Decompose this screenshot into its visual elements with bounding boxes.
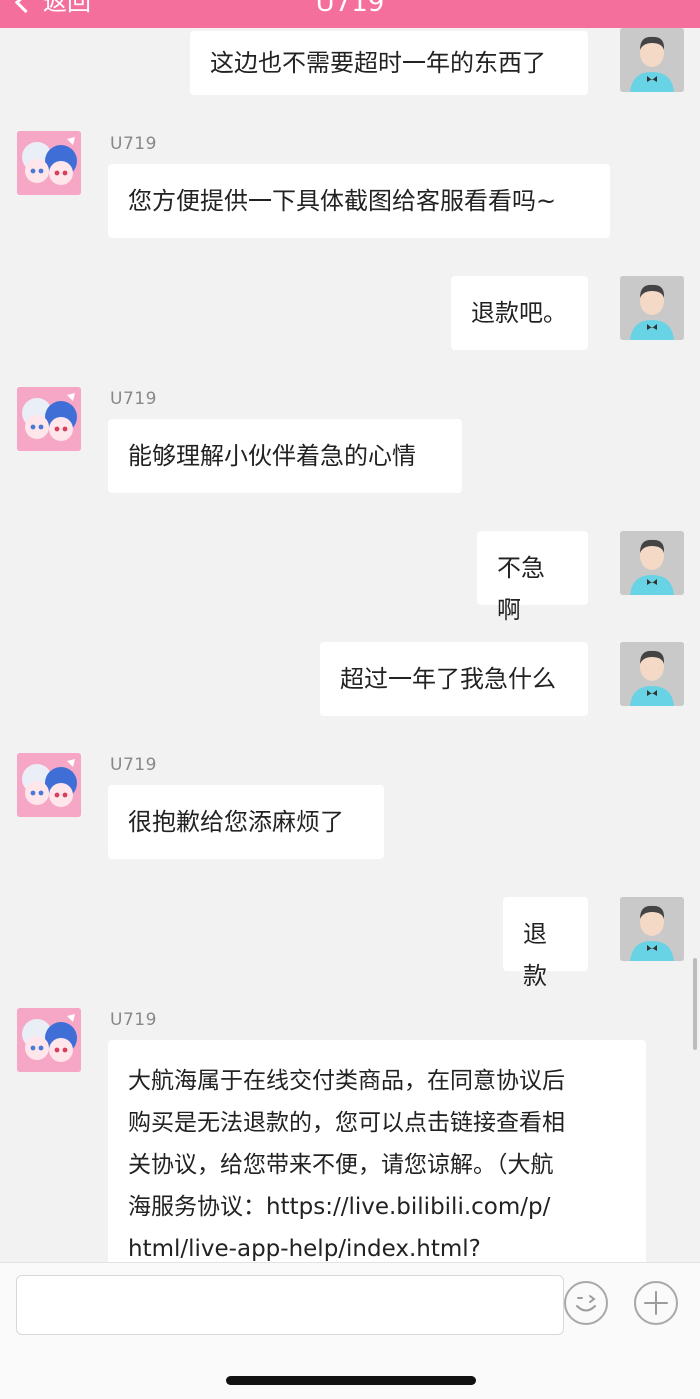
emoji-icon (576, 1295, 596, 1312)
sender-name: U719 (110, 1010, 157, 1030)
plus-icon (644, 1291, 668, 1315)
message-bubble[interactable]: 您方便提供一下具体截图给客服看看吗~ (108, 164, 610, 238)
message-bubble[interactable]: 很抱歉给您添麻烦了 (108, 785, 384, 859)
user-avatar[interactable] (620, 897, 684, 961)
agent-avatar[interactable] (17, 753, 81, 817)
agent-avatar[interactable] (17, 131, 81, 195)
emoji-button[interactable] (564, 1281, 608, 1325)
user-avatar[interactable] (620, 276, 684, 340)
message-bubble[interactable]: 能够理解小伙伴着急的心情 (108, 419, 462, 493)
agent-avatar[interactable] (17, 1008, 81, 1072)
message-bubble[interactable]: 不急啊 (477, 531, 588, 624)
chat-title: U719 (315, 0, 385, 18)
message-line: html/live-app-help/index.html? (128, 1236, 481, 1262)
sender-name: U719 (110, 134, 157, 154)
sender-name: U719 (110, 389, 157, 409)
user-avatar[interactable] (620, 642, 684, 706)
message-bubble[interactable]: 退款吧。 (451, 276, 588, 350)
sender-name: U719 (110, 755, 157, 775)
message-list[interactable]: 这边也不需要超时一年的东西了 U719 您方便提供一下具体截图给客服看看吗~ 退… (0, 28, 700, 1262)
agent-avatar[interactable] (17, 387, 81, 451)
message-bubble[interactable]: 大航海属于在线交付类商品，在同意协议后 购买是无法退款的，您可以点击链接查看相 … (108, 1040, 646, 1262)
home-indicator[interactable] (226, 1376, 476, 1385)
message-line: 大航海属于在线交付类商品，在同意协议后 (128, 1068, 565, 1094)
message-line: 购买是无法退款的，您可以点击链接查看相 (128, 1110, 565, 1136)
add-button[interactable] (634, 1281, 678, 1325)
message-bubble[interactable]: 这边也不需要超时一年的东西了 (190, 31, 588, 95)
user-avatar[interactable] (620, 28, 684, 92)
message-bubble[interactable]: 退款 (503, 897, 588, 990)
chat-header: 返回 U719 (0, 0, 700, 28)
message-input[interactable] (16, 1275, 564, 1335)
user-avatar[interactable] (620, 531, 684, 595)
message-line: 海服务协议：https://live.bilibili.com/p/ (128, 1194, 551, 1220)
scrollbar[interactable] (693, 958, 697, 1050)
message-line: 关协议，给您带来不便，请您谅解。（大航 (128, 1152, 554, 1178)
message-bubble[interactable]: 超过一年了我急什么 (320, 642, 588, 716)
